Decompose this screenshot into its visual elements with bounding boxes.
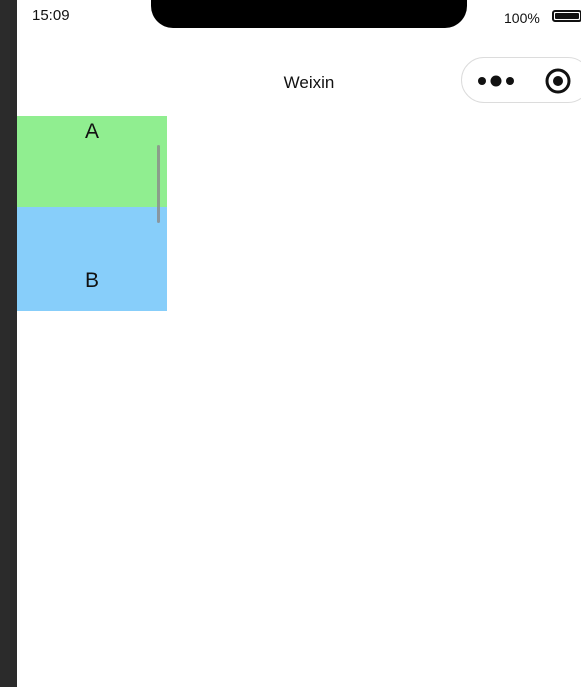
- more-dots-icon[interactable]: [476, 72, 516, 90]
- battery-level-fill: [555, 13, 579, 19]
- scroll-item-a: A: [17, 116, 167, 207]
- battery-icon: [552, 10, 581, 22]
- target-circle-icon[interactable]: [544, 67, 572, 95]
- scroll-item-b: B: [17, 207, 167, 311]
- scroll-view[interactable]: A B: [17, 116, 167, 311]
- capsule-divider: [526, 70, 527, 92]
- device-bezel: [0, 0, 17, 687]
- scrollbar[interactable]: [157, 145, 160, 223]
- battery-percent: 100%: [504, 10, 540, 26]
- menu-capsule: [461, 57, 581, 103]
- scroll-item-label: B: [84, 269, 99, 292]
- scroll-item-label: A: [84, 120, 99, 143]
- phone-screen: 15:09 100% Weixin A B: [17, 0, 581, 687]
- device-frame: 15:09 100% Weixin A B: [0, 0, 581, 687]
- notch: [151, 0, 467, 28]
- status-time: 15:09: [32, 7, 70, 24]
